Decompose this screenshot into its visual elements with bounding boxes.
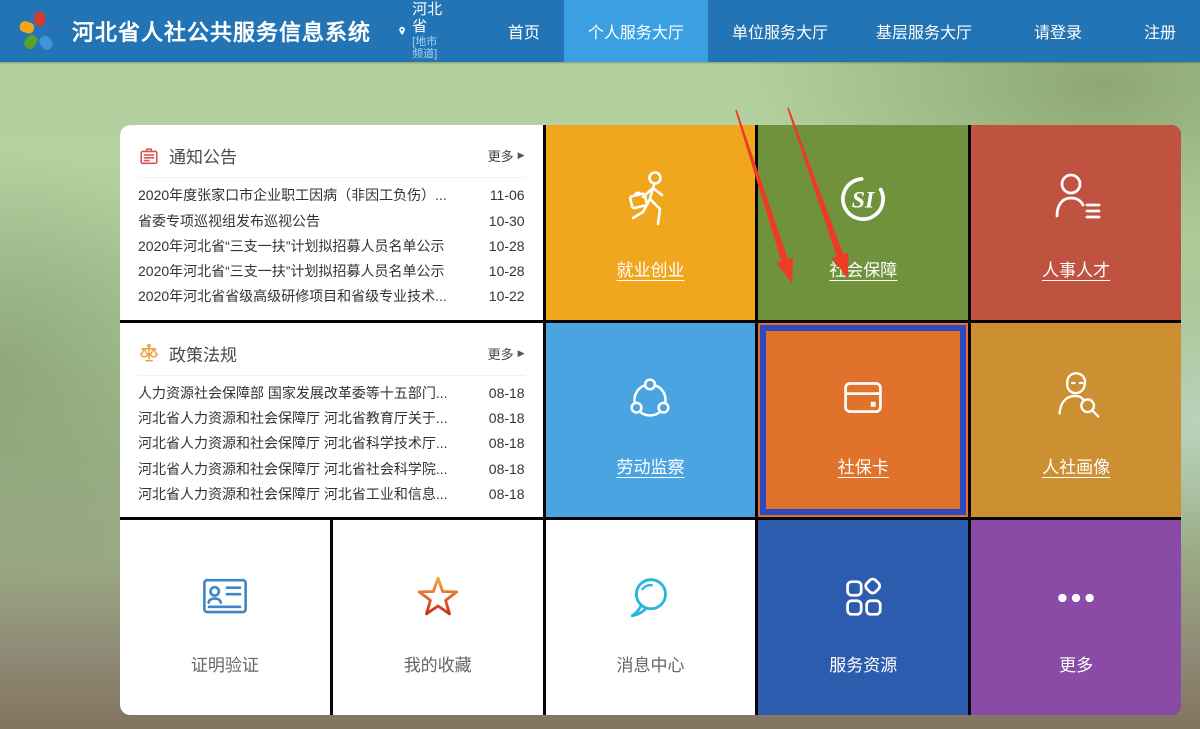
policies-title: 政策法规 bbox=[169, 345, 237, 365]
policy-item: 河北省人力资源和社会保障厅 河北省教育厅关于... 08-18 bbox=[138, 408, 525, 428]
service-resources-icon bbox=[846, 577, 882, 616]
tile-more[interactable]: 更多 bbox=[971, 520, 1181, 715]
policies-panel: 政策法规 更多 人力资源社会保障部 国家发展改革委等十五部门... 08-18 河… bbox=[120, 322, 543, 518]
location-name: 河北省 bbox=[412, 1, 443, 36]
tile-labor-supervision[interactable]: 劳动监察 bbox=[545, 322, 756, 518]
top-navbar: 河北省人社公共服务信息系统 河北省 [地市频道] 首页 个人服务大厅 单位服务大… bbox=[0, 0, 1200, 62]
policy-link[interactable]: 河北省人力资源和社会保障厅 河北省社会科学院... bbox=[138, 459, 475, 479]
tile-certificate-verify[interactable]: 证明验证 bbox=[120, 520, 330, 715]
policy-item: 人力资源社会保障部 国家发展改革委等十五部门... 08-18 bbox=[138, 383, 525, 403]
tile-hr-portrait[interactable]: 人社画像 bbox=[971, 322, 1181, 518]
notice-link[interactable]: 2020年河北省省级高级研修项目和省级专业技术... bbox=[138, 286, 475, 306]
location-pin-icon bbox=[399, 26, 405, 36]
main-nav: 首页 个人服务大厅 单位服务大厅 基层服务大厅 请登录 注册 bbox=[484, 0, 1200, 62]
policy-date: 08-18 bbox=[488, 460, 525, 477]
site-brand[interactable]: 河北省人社公共服务信息系统 bbox=[0, 10, 371, 52]
nav-register[interactable]: 注册 bbox=[1120, 0, 1200, 62]
labor-supervision-icon bbox=[630, 378, 671, 418]
tile-favorites[interactable]: 我的收藏 bbox=[332, 520, 543, 715]
notice-date: 10-28 bbox=[488, 263, 525, 280]
more-dots-icon bbox=[1058, 593, 1094, 603]
notices-more-link[interactable]: 更多 bbox=[488, 146, 525, 165]
policy-link[interactable]: 河北省人力资源和社会保障厅 河北省科学技术厅... bbox=[138, 433, 475, 453]
nav-unit-hall[interactable]: 单位服务大厅 bbox=[708, 0, 852, 62]
message-center-icon bbox=[631, 578, 668, 618]
notice-link[interactable]: 2020年河北省“三支一扶”计划拟招募人员名单公示 bbox=[138, 236, 475, 256]
employment-icon bbox=[629, 171, 664, 226]
nav-personal-hall[interactable]: 个人服务大厅 bbox=[563, 0, 708, 62]
notice-link[interactable]: 省委专项巡视组发布巡视公告 bbox=[138, 211, 475, 231]
notice-date: 11-06 bbox=[489, 187, 525, 204]
policy-link[interactable]: 河北省人力资源和社会保障厅 河北省教育厅关于... bbox=[138, 408, 475, 428]
social-security-card-icon bbox=[844, 382, 883, 414]
location-channel: [地市频道] bbox=[412, 35, 438, 61]
hr-portrait-icon bbox=[1058, 372, 1100, 419]
policy-link[interactable]: 河北省人力资源和社会保障厅 河北省工业和信息... bbox=[138, 484, 475, 504]
svg-text:SI: SI bbox=[852, 187, 875, 213]
nav-login[interactable]: 请登录 bbox=[1010, 0, 1106, 62]
tile-service-resources[interactable]: 服务资源 bbox=[758, 520, 969, 715]
notice-link[interactable]: 2020年度张家口市企业职工因病（非因工负伤）... bbox=[138, 185, 476, 205]
notice-item: 2020年度张家口市企业职工因病（非因工负伤）... 11-06 bbox=[138, 185, 525, 205]
nav-grassroots-hall[interactable]: 基层服务大厅 bbox=[852, 0, 996, 62]
notices-panel: 通知公告 更多 2020年度张家口市企业职工因病（非因工负伤）...11-06 … bbox=[120, 125, 543, 320]
law-scales-icon bbox=[140, 343, 158, 362]
policy-link[interactable]: 人力资源社会保障部 国家发展改革委等十五部门... bbox=[138, 383, 475, 403]
notice-item: 省委专项巡视组发布巡视公告 10-30 bbox=[138, 211, 525, 231]
notice-date: 10-22 bbox=[488, 288, 525, 305]
notice-item: 2020年河北省“三支一扶”计划拟招募人员名单公示 10-28 bbox=[138, 236, 525, 256]
policy-date: 08-18 bbox=[488, 410, 525, 427]
notice-link[interactable]: 2020年河北省“三支一扶”计划拟招募人员名单公示 bbox=[138, 261, 475, 281]
nav-home[interactable]: 首页 bbox=[484, 0, 564, 62]
location-selector[interactable]: 河北省 [地市频道] bbox=[397, 1, 444, 61]
notice-item: 2020年河北省“三支一扶”计划拟招募人员名单公示 10-28 bbox=[138, 261, 525, 281]
policy-date: 08-18 bbox=[488, 384, 525, 401]
tile-employment[interactable]: 就业创业 bbox=[545, 125, 756, 320]
policy-date: 08-18 bbox=[488, 485, 525, 502]
policy-item: 河北省人力资源和社会保障厅 河北省科学技术厅... 08-18 bbox=[138, 433, 525, 453]
site-logo-icon bbox=[19, 11, 59, 50]
favorites-star-icon bbox=[417, 577, 458, 616]
notices-title: 通知公告 bbox=[169, 148, 237, 167]
certificate-verify-icon bbox=[202, 578, 247, 614]
service-grid: 通知公告 更多 2020年度张家口市企业职工因病（非因工负伤）...11-06 … bbox=[120, 125, 1181, 715]
policy-date: 08-18 bbox=[488, 435, 525, 452]
notice-date: 10-30 bbox=[488, 212, 525, 229]
personnel-icon bbox=[1055, 173, 1101, 219]
policy-item: 河北省人力资源和社会保障厅 河北省工业和信息... 08-18 bbox=[138, 484, 525, 504]
site-title: 河北省人社公共服务信息系统 bbox=[72, 20, 372, 45]
social-insurance-icon: SI bbox=[841, 176, 886, 221]
policies-more-link[interactable]: 更多 bbox=[488, 344, 525, 363]
tile-personnel[interactable]: 人事人才 bbox=[971, 125, 1181, 320]
notice-icon bbox=[140, 147, 158, 164]
notice-date: 10-28 bbox=[488, 237, 525, 254]
tile-message-center[interactable]: 消息中心 bbox=[545, 520, 756, 715]
notice-item: 2020年河北省省级高级研修项目和省级专业技术... 10-22 bbox=[138, 286, 525, 306]
tile-social-insurance[interactable]: SI 社会保障 bbox=[758, 125, 969, 320]
policy-item: 河北省人力资源和社会保障厅 河北省社会科学院... 08-18 bbox=[138, 459, 525, 479]
tile-social-security-card[interactable]: 社保卡 bbox=[758, 322, 969, 518]
